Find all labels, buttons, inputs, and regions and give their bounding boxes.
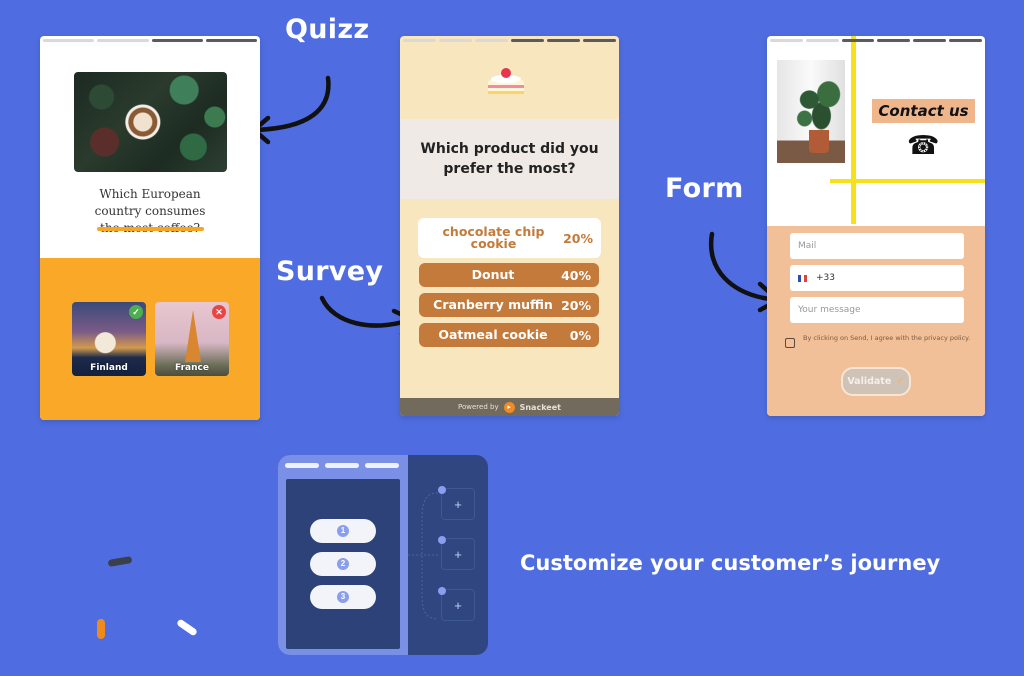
confetti-orange — [97, 619, 105, 639]
telephone-icon: ☎ — [907, 130, 940, 160]
validate-button[interactable]: Validate ✓ — [841, 367, 911, 396]
confetti-dark — [107, 555, 133, 568]
quiz-coffee-image — [74, 72, 227, 172]
tagline: Customize your customer’s journey — [520, 551, 941, 575]
answer-finland[interactable]: ✓ Finland — [72, 302, 146, 376]
validate-label: Validate — [847, 376, 892, 387]
option-percent: 0% — [569, 327, 591, 343]
arrow-to-quiz-icon — [251, 75, 331, 145]
contact-us-title: Contact us — [872, 99, 975, 123]
snackeet-brand: Snackeet — [519, 402, 561, 412]
mail-placeholder: Mail — [798, 241, 817, 251]
survey-option-2[interactable]: Donut 40% — [419, 263, 599, 287]
label-survey: Survey — [276, 256, 384, 287]
answer-france[interactable]: ✕ France — [155, 302, 229, 376]
survey-question-box: Which product did you prefer the most? — [400, 119, 619, 199]
survey-option-1[interactable]: chocolate chip cookie 20% — [418, 218, 601, 258]
form-card[interactable]: Contact us ☎ Mail +33 Your message By cl… — [767, 36, 985, 416]
wrong-cross-icon: ✕ — [212, 305, 226, 319]
correct-check-icon: ✓ — [129, 305, 143, 319]
add-node-1: + — [438, 486, 475, 520]
message-field[interactable]: Your message — [790, 297, 964, 323]
step-pill-2: 2 — [310, 552, 376, 576]
survey-card[interactable]: Which product did you prefer the most? c… — [400, 36, 619, 416]
label-form: Form — [665, 173, 744, 204]
builder-tab-bars — [285, 463, 399, 468]
journey-builder-illustration: 1 2 3 + + + — [278, 455, 488, 655]
option-percent: 20% — [563, 230, 593, 246]
step-pill-3: 3 — [310, 585, 376, 609]
form-progress-bar — [770, 39, 982, 42]
option-percent: 20% — [561, 297, 591, 313]
step-number: 2 — [337, 558, 349, 570]
plus-icon: + — [454, 547, 462, 562]
eiffel-tower-image — [185, 310, 201, 362]
add-node-2: + — [438, 536, 475, 570]
option-label: Cranberry muffin — [433, 297, 553, 312]
survey-option-4[interactable]: Oatmeal cookie 0% — [419, 323, 599, 347]
survey-option-3[interactable]: Cranberry muffin 20% — [419, 293, 599, 317]
consent-checkbox[interactable] — [785, 338, 795, 348]
label-quizz: Quizz — [285, 14, 370, 45]
plus-icon: + — [454, 598, 462, 613]
cake-slice-icon — [488, 68, 524, 94]
decor-line-horizontal — [830, 179, 985, 183]
option-label: Oatmeal cookie — [438, 327, 548, 342]
check-icon: ✓ — [896, 376, 905, 387]
answer-label: Finland — [90, 363, 128, 373]
quiz-card[interactable]: Which European country consumes the most… — [40, 36, 260, 420]
plant-photo — [777, 60, 845, 163]
quiz-progress-bar — [43, 39, 257, 42]
option-label: Donut — [471, 267, 515, 282]
phone-country-code: +33 — [816, 273, 835, 283]
decor-line-vertical — [851, 36, 856, 224]
plus-icon: + — [454, 497, 462, 512]
france-flag-icon[interactable] — [798, 274, 807, 282]
step-number: 1 — [337, 525, 349, 537]
option-percent: 40% — [561, 267, 591, 283]
phone-field[interactable]: +33 — [790, 265, 964, 291]
snackeet-logo-icon: ▸ — [503, 401, 515, 413]
builder-preview-panel: 1 2 3 — [278, 455, 408, 655]
mail-field[interactable]: Mail — [790, 233, 964, 259]
builder-screen: 1 2 3 — [286, 479, 400, 649]
consent-text: By clicking on Send, I agree with the pr… — [803, 334, 971, 342]
confetti-white — [175, 618, 199, 637]
answer-label: France — [175, 363, 209, 373]
survey-question: Which product did you prefer the most? — [420, 141, 599, 177]
quiz-question-underline — [97, 227, 204, 231]
add-node-3: + — [438, 587, 475, 621]
powered-by-footer[interactable]: Powered by ▸ Snackeet — [400, 398, 619, 416]
step-pill-1: 1 — [310, 519, 376, 543]
powered-by-text: Powered by — [458, 403, 499, 411]
option-label: chocolate chip cookie — [442, 224, 545, 251]
survey-progress-bar — [403, 39, 616, 42]
message-placeholder: Your message — [798, 305, 861, 315]
step-number: 3 — [337, 591, 349, 603]
